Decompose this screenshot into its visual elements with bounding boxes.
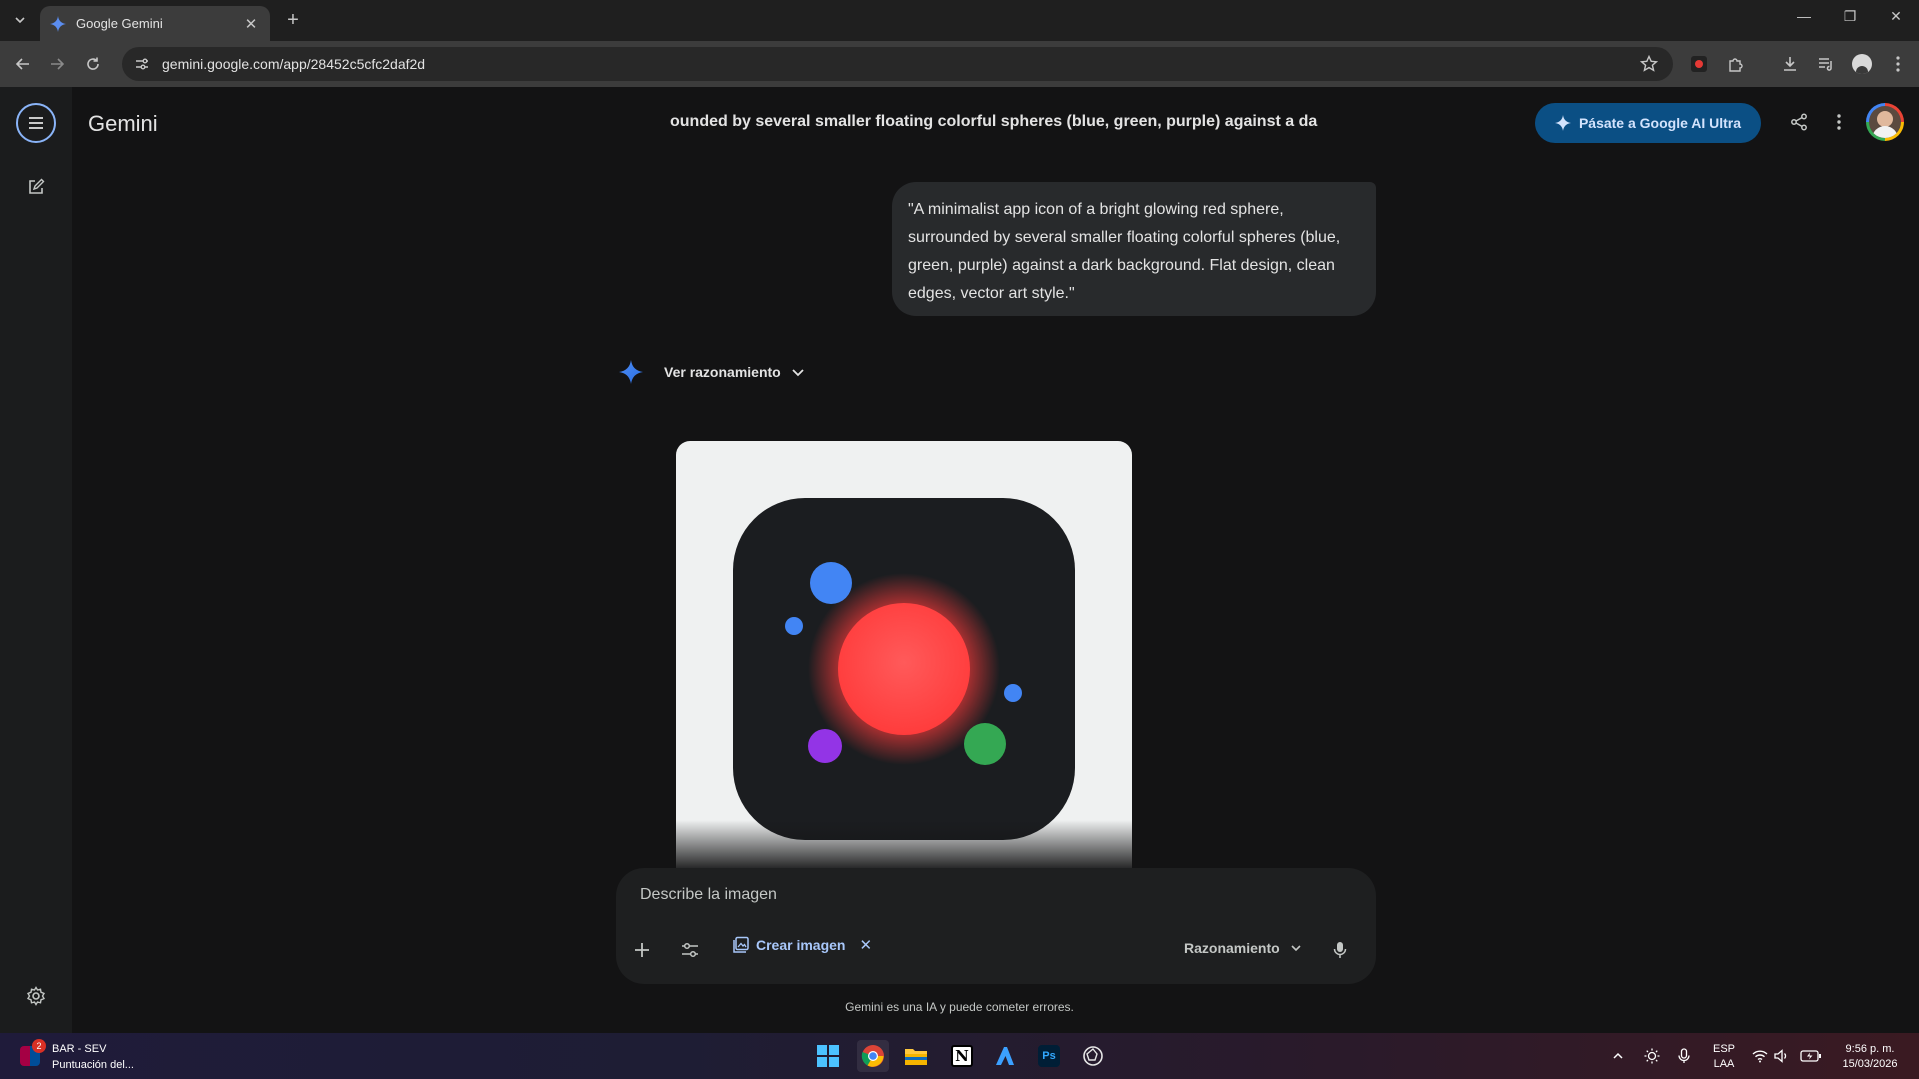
bookmark-star-icon[interactable]: [1637, 52, 1661, 76]
tab-search-chevron-icon[interactable]: [8, 8, 32, 32]
create-image-label: Crear imagen: [756, 937, 846, 953]
conversation-title: ounded by several smaller floating color…: [670, 113, 1318, 130]
prompt-composer[interactable]: Describe la imagen Crear imagen ✕ Razona…: [616, 868, 1376, 984]
add-attachment-icon[interactable]: [630, 938, 654, 962]
media-controls-icon[interactable]: [1814, 52, 1838, 76]
reload-icon[interactable]: [80, 51, 106, 77]
windows-taskbar: 2 BAR - SEV Puntuación del... N Ps ESP L…: [0, 1033, 1919, 1079]
notion-app-icon[interactable]: N: [946, 1040, 978, 1072]
app-icon-artwork: [733, 498, 1075, 840]
disclaimer-text: Gemini es una IA y puede cometer errores…: [845, 1000, 1074, 1014]
file-explorer-icon[interactable]: [900, 1040, 932, 1072]
show-hidden-icons-chevron-icon[interactable]: [1612, 1033, 1624, 1079]
chrome-app-icon[interactable]: [857, 1040, 889, 1072]
gemini-favicon-icon: [50, 15, 66, 32]
image-scroll-fade: [676, 820, 1132, 868]
openai-app-icon[interactable]: [1077, 1040, 1109, 1072]
widget-subtitle: Puntuación del...: [52, 1059, 134, 1071]
widgets-score[interactable]: 2 BAR - SEV Puntuación del...: [20, 1039, 134, 1073]
upgrade-label: Pásate a Google AI Ultra: [1578, 115, 1742, 131]
account-avatar[interactable]: [1866, 103, 1904, 141]
site-info-icon[interactable]: [134, 56, 150, 72]
lang-primary: ESP: [1712, 1043, 1735, 1055]
browser-toolbar: gemini.google.com/app/28452c5cfc2daf2d: [0, 41, 1919, 87]
reasoning-toggle[interactable]: Ver razonamiento: [618, 359, 805, 385]
url-text: gemini.google.com/app/28452c5cfc2daf2d: [162, 56, 426, 72]
battery-icon[interactable]: [1800, 1033, 1822, 1079]
photoshop-app-icon[interactable]: Ps: [1033, 1040, 1065, 1072]
lang-secondary: LAA: [1713, 1058, 1735, 1070]
gemini-app: Gemini ounded by several smaller floatin…: [0, 87, 1919, 1033]
tools-sliders-icon[interactable]: [678, 938, 702, 962]
team-crest-icon: 2: [20, 1039, 46, 1068]
upgrade-ultra-button[interactable]: Pásate a Google AI Ultra: [1535, 103, 1761, 143]
remove-chip-close-icon[interactable]: ✕: [859, 936, 872, 954]
tray-microphone-icon[interactable]: [1678, 1033, 1690, 1079]
notification-badge: 2: [32, 1039, 46, 1053]
mode-selector[interactable]: Razonamiento: [1184, 940, 1302, 956]
generated-image[interactable]: [676, 441, 1132, 868]
address-bar[interactable]: gemini.google.com/app/28452c5cfc2daf2d: [122, 47, 1673, 81]
chevron-down-icon: [1291, 945, 1301, 952]
user-prompt-bubble: "A minimalist app icon of a bright glowi…: [892, 182, 1376, 316]
back-icon[interactable]: [10, 51, 36, 77]
brightness-icon[interactable]: [1644, 1033, 1660, 1079]
widget-title: BAR - SEV: [52, 1043, 107, 1055]
reasoning-label: Ver razonamiento: [664, 364, 781, 380]
browser-profile-avatar[interactable]: [1850, 52, 1874, 76]
window-close-icon[interactable]: ✕: [1882, 8, 1910, 25]
side-rail: [0, 87, 72, 1033]
downloads-icon[interactable]: [1778, 52, 1802, 76]
system-clock[interactable]: 9:56 p. m. 15/03/2026: [1834, 1042, 1906, 1072]
extensions-puzzle-icon[interactable]: [1724, 52, 1748, 76]
gemini-spark-icon: [619, 360, 643, 384]
clock-date: 15/03/2026: [1842, 1058, 1898, 1070]
azure-studio-app-icon[interactable]: [989, 1040, 1021, 1072]
create-image-chip[interactable]: Crear imagen ✕: [732, 936, 872, 954]
browser-tabstrip: Google Gemini ✕ + — ❐ ✕: [0, 0, 1919, 41]
image-gallery-icon: [733, 936, 749, 953]
clock-time: 9:56 p. m.: [1845, 1043, 1895, 1055]
prompt-input[interactable]: Describe la imagen: [640, 886, 777, 904]
browser-menu-icon[interactable]: [1886, 52, 1910, 76]
wifi-icon[interactable]: [1752, 1033, 1768, 1079]
input-language[interactable]: ESP LAA: [1710, 1042, 1738, 1072]
start-windows-icon[interactable]: [812, 1040, 844, 1072]
record-extension-icon[interactable]: [1687, 52, 1711, 76]
main-menu-button[interactable]: [16, 103, 56, 143]
restore-icon[interactable]: ❐: [1836, 8, 1864, 25]
hamburger-icon: [29, 117, 43, 129]
new-tab-button[interactable]: +: [282, 9, 304, 31]
minimize-icon[interactable]: —: [1790, 8, 1818, 24]
volume-icon[interactable]: [1774, 1033, 1790, 1079]
gemini-brand[interactable]: Gemini: [88, 111, 158, 137]
tab-close-icon[interactable]: ✕: [242, 15, 260, 33]
chevron-down-icon: [792, 369, 804, 377]
mode-label: Razonamiento: [1184, 940, 1280, 956]
new-chat-icon[interactable]: [24, 175, 48, 199]
tab-title: Google Gemini: [76, 16, 163, 31]
microphone-icon[interactable]: [1328, 938, 1352, 962]
sparkle-icon: [1554, 115, 1571, 131]
share-icon[interactable]: [1786, 109, 1812, 135]
more-options-icon[interactable]: [1826, 109, 1852, 135]
browser-tab-gemini[interactable]: Google Gemini ✕: [40, 6, 270, 41]
forward-icon[interactable]: [44, 51, 70, 77]
